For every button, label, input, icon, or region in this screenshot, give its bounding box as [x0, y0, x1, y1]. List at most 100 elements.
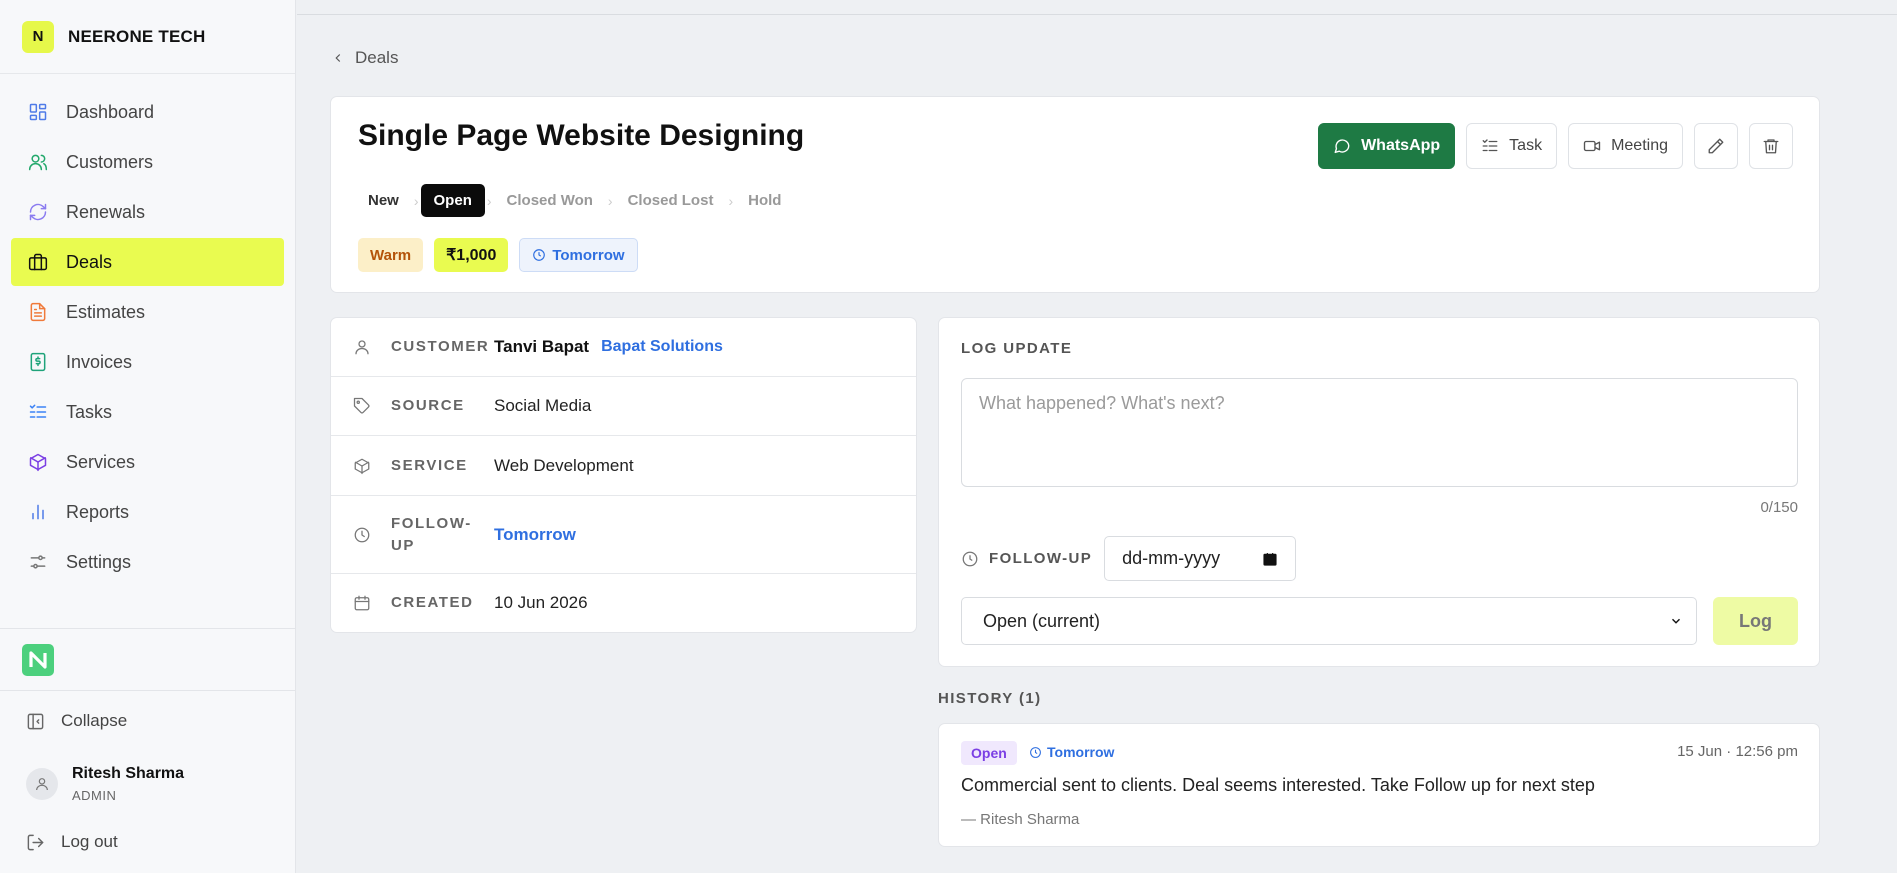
file-text-icon	[27, 301, 49, 323]
breadcrumb-back-link[interactable]: Deals	[331, 48, 398, 68]
collapse-icon	[27, 713, 44, 729]
temperature-badge: Warm	[358, 238, 424, 272]
log-update-textarea[interactable]	[961, 378, 1798, 487]
users-icon	[27, 151, 49, 173]
log-button[interactable]: Log	[1713, 597, 1798, 645]
chevron-left-icon	[335, 54, 341, 62]
follow-up-date-input[interactable]: dd-mm-yyyy	[1104, 536, 1297, 581]
follow-up-row: FOLLOW-UP dd-mm-yyyy	[961, 536, 1297, 581]
date-input-placeholder: dd-mm-yyyy	[1122, 548, 1221, 568]
bar-chart-icon	[27, 501, 49, 523]
user-icon	[353, 338, 371, 356]
grid-icon	[27, 101, 49, 123]
sidebar-item-deals[interactable]: Deals	[11, 238, 284, 286]
detail-label: CREATED	[391, 594, 474, 611]
calendar-icon	[353, 594, 371, 612]
logout-label: Log out	[61, 832, 118, 851]
follow-up-badge-label: Tomorrow	[552, 246, 625, 264]
delete-button[interactable]	[1749, 123, 1793, 169]
trash-icon	[1763, 139, 1779, 154]
sidebar: N NEERONE TECH Dashboard Customers Renew…	[0, 0, 296, 873]
task-button[interactable]: Task	[1466, 123, 1558, 169]
history-due: Tomorrow	[1029, 744, 1114, 760]
collapse-label: Collapse	[61, 711, 128, 730]
user-role: ADMIN	[72, 788, 117, 803]
sidebar-item-renewals[interactable]: Renewals	[11, 188, 284, 236]
logout-button[interactable]: Log out	[0, 817, 295, 867]
collapse-button[interactable]: Collapse	[0, 691, 295, 751]
chevron-right-icon: ›	[486, 192, 492, 209]
detail-row-created: CREATED 10 Jun 2026	[331, 574, 916, 632]
history-text: Commercial sent to clients. Deal seems i…	[961, 775, 1595, 795]
whatsapp-button[interactable]: WhatsApp	[1318, 123, 1456, 169]
sidebar-item-label: Dashboard	[66, 101, 155, 122]
task-label: Task	[1509, 137, 1543, 154]
tag-icon	[353, 397, 371, 415]
box-icon	[27, 451, 49, 473]
status-select[interactable]: Open (current)	[961, 597, 1697, 645]
sidebar-item-settings[interactable]: Settings	[11, 538, 284, 586]
stage-closed-won[interactable]: Closed Won	[494, 184, 606, 217]
follow-up-label-line-1: FOLLOW-	[391, 514, 472, 532]
source-value: Social Media	[494, 396, 592, 415]
sidebar-item-label: Services	[66, 451, 136, 472]
detail-row-follow-up: FOLLOW- UP Tomorrow	[331, 496, 916, 574]
detail-row-customer: CUSTOMER Tanvi Bapat Bapat Solutions	[331, 318, 916, 377]
sidebar-item-services[interactable]: Services	[11, 438, 284, 486]
calendar-icon	[1263, 552, 1277, 566]
created-value: 10 Jun 2026	[494, 593, 588, 612]
meeting-button[interactable]: Meeting	[1568, 123, 1683, 169]
stage-pipeline: New › Open › Closed Won › Closed Lost › …	[355, 184, 794, 217]
sidebar-item-estimates[interactable]: Estimates	[11, 288, 284, 336]
chevron-right-icon: ›	[413, 192, 419, 209]
history-due-label: Tomorrow	[1047, 744, 1115, 760]
brand-name: NEERONE TECH	[68, 26, 206, 46]
clock-icon	[962, 551, 978, 566]
sidebar-nav: Dashboard Customers Renewals Deals Estim…	[0, 74, 295, 586]
service-value: Web Development	[494, 455, 634, 475]
invoice-icon	[27, 351, 49, 373]
top-bar	[297, 0, 1897, 15]
sidebar-item-label: Renewals	[66, 201, 146, 222]
stage-closed-lost[interactable]: Closed Lost	[615, 184, 727, 217]
follow-up-badge: Tomorrow	[519, 238, 638, 272]
avatar	[26, 768, 58, 800]
sidebar-item-label: Customers	[66, 151, 154, 172]
sidebar-item-label: Invoices	[66, 351, 133, 372]
chevron-down-icon	[1672, 618, 1680, 624]
sidebar-footer: Collapse Ritesh Sharma ADMIN Log out	[0, 628, 295, 867]
follow-up-value: Tomorrow	[494, 524, 576, 544]
sliders-icon	[27, 551, 49, 573]
edit-button[interactable]	[1694, 123, 1738, 169]
follow-up-label-line-2: UP	[391, 536, 416, 554]
detail-row-source: SOURCE Social Media	[331, 377, 916, 436]
brand-logo: N	[22, 20, 54, 53]
detail-label: SERVICE	[391, 456, 468, 474]
customer-company-link[interactable]: Bapat Solutions	[601, 338, 723, 356]
sidebar-item-label: Deals	[66, 251, 113, 272]
clock-icon	[1030, 746, 1041, 758]
sidebar-item-dashboard[interactable]: Dashboard	[11, 88, 284, 136]
customer-name: Tanvi Bapat	[494, 337, 590, 356]
sidebar-item-label: Estimates	[66, 301, 146, 322]
mini-logo-row	[0, 629, 295, 691]
sidebar-item-reports[interactable]: Reports	[11, 488, 284, 536]
meeting-label: Meeting	[1611, 137, 1668, 154]
pencil-icon	[1708, 138, 1724, 154]
sidebar-item-invoices[interactable]: Invoices	[11, 338, 284, 386]
whatsapp-label: WhatsApp	[1361, 137, 1441, 154]
user-profile[interactable]: Ritesh Sharma ADMIN	[0, 751, 295, 817]
user-icon	[36, 778, 48, 791]
deal-header-card: Single Page Website Designing New › Open…	[330, 96, 1820, 293]
clock-icon	[533, 249, 546, 261]
detail-row-service: SERVICE Web Development	[331, 436, 916, 496]
stage-new[interactable]: New	[355, 184, 412, 217]
logout-icon	[27, 834, 44, 850]
history-author: — Ritesh Sharma	[961, 811, 1080, 828]
refresh-icon	[27, 201, 49, 223]
follow-up-label: FOLLOW-UP	[989, 550, 1093, 567]
stage-open[interactable]: Open	[420, 184, 485, 217]
sidebar-item-tasks[interactable]: Tasks	[11, 388, 284, 436]
stage-hold[interactable]: Hold	[735, 184, 794, 217]
sidebar-item-customers[interactable]: Customers	[11, 138, 284, 186]
